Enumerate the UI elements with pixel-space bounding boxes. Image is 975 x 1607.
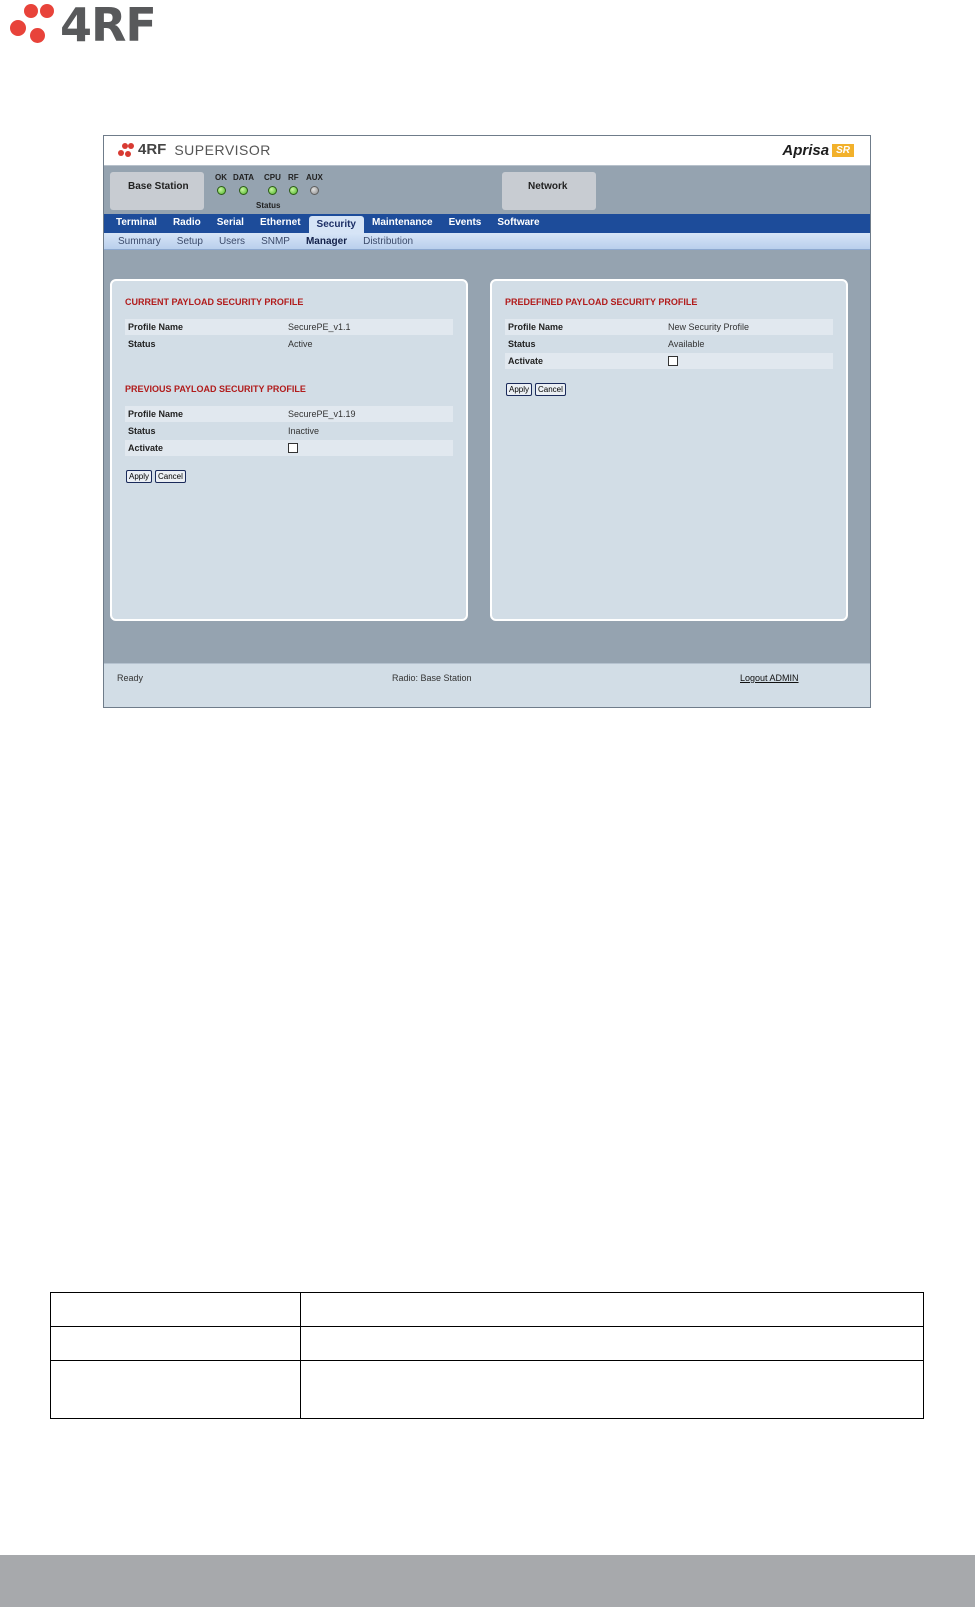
row-key: Activate: [508, 356, 544, 366]
logout-link[interactable]: Logout ADMIN: [740, 673, 799, 683]
row-value: Active: [288, 339, 313, 349]
led-rf: RF: [288, 173, 299, 195]
previous-status-row: Status Inactive: [125, 423, 453, 439]
row-key: Profile Name: [128, 322, 184, 332]
app-logo-text: 4RF: [138, 141, 167, 158]
product-badge: SR: [832, 144, 854, 157]
document-logo: 4RF: [10, 0, 190, 52]
row-value: SecurePE_v1.1: [288, 322, 351, 332]
led-aux-label: AUX: [306, 173, 323, 182]
document-brand: 4RF: [60, 0, 157, 52]
predefined-profile-name-row: Profile Name New Security Profile: [505, 319, 833, 335]
previous-profile-heading: PREVIOUS PAYLOAD SECURITY PROFILE: [125, 384, 306, 394]
status-area: Base Station OK DATA CPU RF AUX Status N…: [104, 167, 870, 220]
led-data: DATA: [233, 173, 254, 195]
predefined-activate-row: Activate: [505, 353, 833, 369]
predefined-status-row: Status Available: [505, 336, 833, 352]
led-cpu-icon: [267, 186, 277, 195]
led-ok: OK: [215, 173, 227, 195]
previous-profile-name-row: Profile Name SecurePE_v1.19: [125, 406, 453, 422]
product-name: Aprisa: [782, 142, 830, 159]
document-table: [50, 1292, 924, 1419]
led-data-icon: [239, 186, 249, 195]
predefined-profile-heading: PREDEFINED PAYLOAD SECURITY PROFILE: [505, 297, 698, 307]
led-aux-icon: [309, 186, 319, 195]
row-value: New Security Profile: [668, 322, 750, 332]
subtab-setup[interactable]: Setup: [169, 236, 211, 247]
status-caption: Status: [256, 201, 281, 210]
led-rf-label: RF: [288, 173, 299, 182]
previous-activate-checkbox[interactable]: [288, 443, 298, 453]
led-ok-label: OK: [215, 173, 227, 182]
subtab-users[interactable]: Users: [211, 236, 253, 247]
table-row: [50, 1360, 924, 1419]
cancel-button[interactable]: Cancel: [155, 470, 186, 483]
row-key: Status: [128, 339, 156, 349]
tab-security[interactable]: Security: [308, 216, 364, 233]
row-value: Inactive: [288, 426, 320, 436]
row-key: Activate: [128, 443, 164, 453]
tab-events[interactable]: Events: [441, 216, 490, 233]
led-rf-icon: [288, 186, 298, 195]
subtab-snmp[interactable]: SNMP: [253, 236, 298, 247]
table-row: [50, 1292, 924, 1327]
row-key: Profile Name: [128, 409, 184, 419]
table-row: [50, 1326, 924, 1361]
tab-terminal[interactable]: Terminal: [108, 216, 165, 233]
tab-maintenance[interactable]: Maintenance: [364, 216, 441, 233]
row-value: Available: [668, 339, 705, 349]
supervisor-window: 4RF SUPERVISOR Aprisa SR Base Station OK…: [103, 135, 871, 708]
ready-status: Ready: [117, 673, 144, 683]
row-key: Status: [508, 339, 536, 349]
led-cpu-label: CPU: [264, 173, 281, 182]
tab-radio[interactable]: Radio: [165, 216, 209, 233]
logo-dots-icon: [10, 2, 54, 46]
row-key: Profile Name: [508, 322, 564, 332]
network-box[interactable]: Network: [502, 172, 596, 210]
predefined-profile-panel: PREDEFINED PAYLOAD SECURITY PROFILE Prof…: [490, 279, 848, 621]
apply-button[interactable]: Apply: [126, 470, 153, 483]
current-profile-heading: CURRENT PAYLOAD SECURITY PROFILE: [125, 297, 304, 307]
row-key: Status: [128, 426, 156, 436]
led-aux: AUX: [306, 173, 323, 195]
logo-dots-icon: [118, 142, 134, 157]
subtab-summary[interactable]: Summary: [110, 236, 169, 247]
led-cpu: CPU: [264, 173, 281, 195]
subtab-distribution[interactable]: Distribution: [355, 236, 421, 247]
led-ok-icon: [216, 186, 226, 195]
app-status-bar: Ready Radio: Base Station Logout ADMIN: [104, 663, 870, 707]
led-data-label: DATA: [233, 173, 255, 182]
subtab-manager[interactable]: Manager: [298, 236, 355, 247]
app-header: 4RF SUPERVISOR Aprisa SR: [104, 136, 870, 166]
radio-status: Radio: Base Station: [392, 673, 472, 683]
row-value: SecurePE_v1.19: [288, 409, 356, 419]
tab-software[interactable]: Software: [489, 216, 547, 233]
sub-nav: Summary Setup Users SNMP Manager Distrib…: [104, 233, 870, 250]
current-status-row: Status Active: [125, 336, 453, 352]
station-box[interactable]: Base Station: [110, 172, 204, 210]
tab-ethernet[interactable]: Ethernet: [252, 216, 309, 233]
product-logo: Aprisa SR: [782, 142, 854, 159]
main-nav: Terminal Radio Serial Ethernet Security …: [104, 214, 870, 233]
page-footer-band: [0, 1555, 975, 1607]
current-profile-name-row: Profile Name SecurePE_v1.1: [125, 319, 453, 335]
current-previous-profile-panel: CURRENT PAYLOAD SECURITY PROFILE Profile…: [110, 279, 468, 621]
tab-serial[interactable]: Serial: [209, 216, 252, 233]
app-logo: 4RF SUPERVISOR: [118, 141, 271, 158]
previous-activate-row: Activate: [125, 440, 453, 456]
cancel-button[interactable]: Cancel: [535, 383, 566, 396]
app-logo-suffix: SUPERVISOR: [174, 141, 271, 158]
predefined-activate-checkbox[interactable]: [668, 356, 678, 366]
apply-button[interactable]: Apply: [506, 383, 533, 396]
